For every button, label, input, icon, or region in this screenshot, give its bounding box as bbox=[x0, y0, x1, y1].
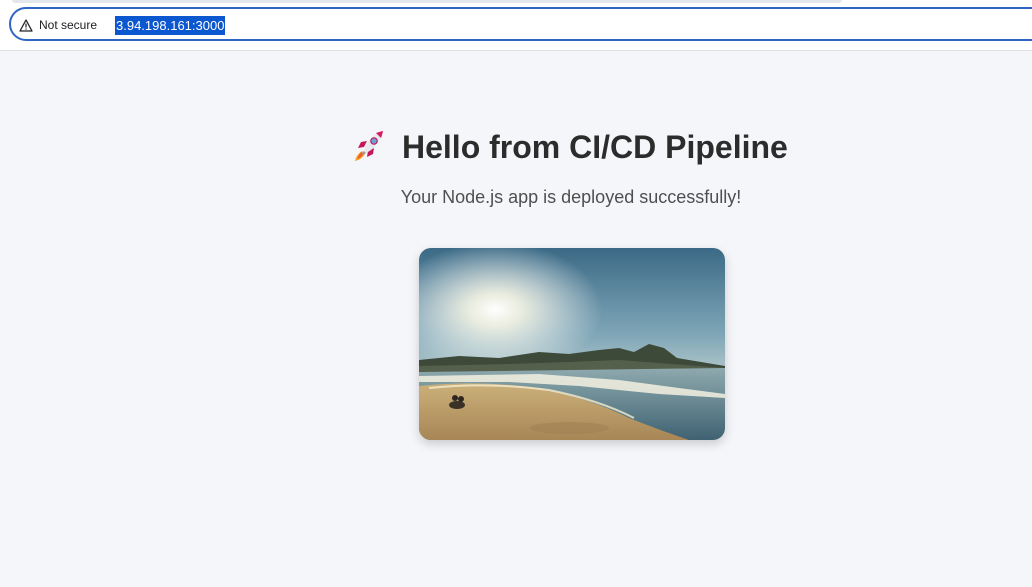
page-subtitle: Your Node.js app is deployed successfull… bbox=[400, 187, 742, 207]
address-bar[interactable]: Not secure 3.94.198.161:3000 bbox=[9, 7, 1032, 41]
security-label: Not secure bbox=[39, 18, 98, 32]
site-info-chip[interactable]: Not secure bbox=[19, 16, 97, 34]
page-heading: Hello from CI/CD Pipeline bbox=[352, 127, 788, 167]
rocket-icon bbox=[352, 127, 388, 168]
url-text[interactable]: 3.94.198.161:3000 bbox=[115, 16, 226, 35]
browser-toolbar: Not secure 3.94.198.161:3000 bbox=[0, 0, 1032, 51]
beach-sunset-photo bbox=[419, 248, 725, 440]
page-content: Hello from CI/CD Pipeline Your Node.js a… bbox=[0, 51, 1032, 587]
page-title: Hello from CI/CD Pipeline bbox=[402, 128, 788, 165]
warning-icon bbox=[19, 18, 33, 32]
tab-strip bbox=[12, 0, 842, 3]
